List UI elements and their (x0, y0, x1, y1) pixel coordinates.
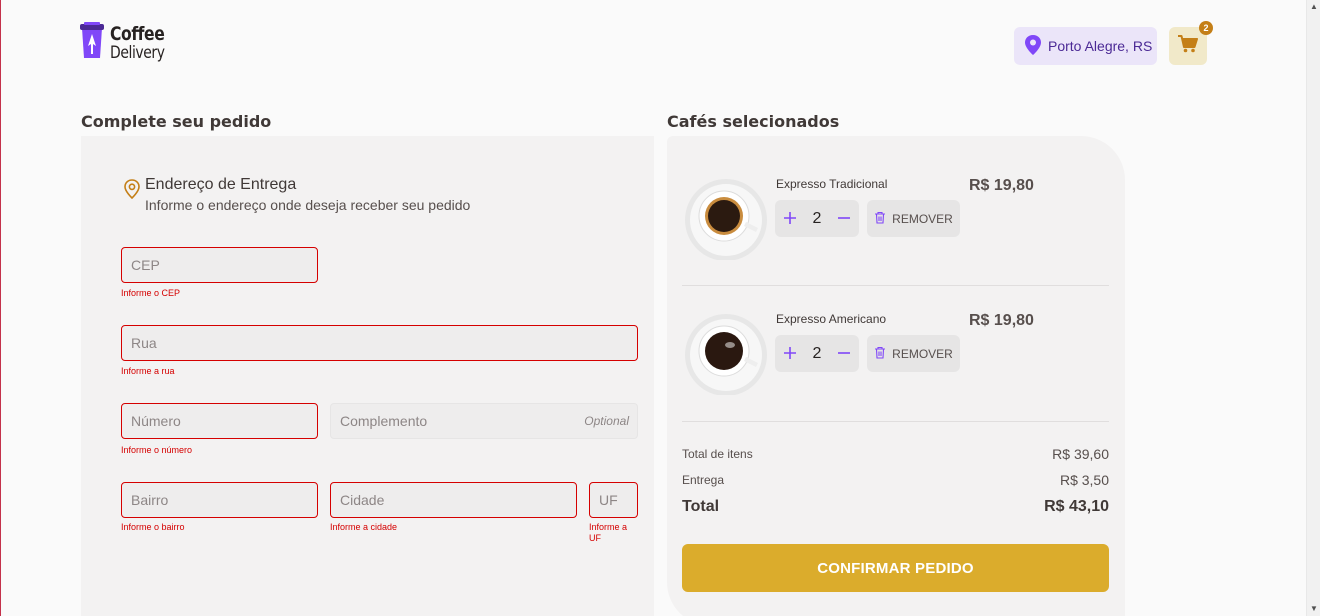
cart-section-title: Cafés selecionados (667, 112, 840, 131)
quantity-stepper: 2 (775, 335, 859, 372)
delivery-value: R$ 3,50 (1059, 472, 1109, 488)
cep-placeholder: CEP (131, 257, 160, 273)
items-total-row: Total de itens R$ 39,60 (682, 446, 1109, 462)
divider (682, 285, 1109, 286)
grand-total-label: Total (682, 498, 720, 515)
city-placeholder: Cidade (340, 492, 385, 508)
delivery-label: Entrega (682, 473, 725, 487)
cart-summary: Expresso Tradicional R$ 19,80 2 REMOVER (667, 136, 1125, 616)
trash-icon (874, 346, 886, 362)
quantity-value: 2 (812, 344, 822, 362)
street-error: Informe a rua (121, 366, 175, 376)
coffee-cup-logo-icon (80, 22, 104, 65)
remove-label: REMOVER (892, 346, 953, 361)
minus-icon[interactable] (783, 209, 797, 229)
confirm-order-button[interactable]: CONFIRMAR PEDIDO (682, 544, 1109, 592)
street-field[interactable]: Rua (121, 325, 638, 361)
map-pin-icon (1024, 34, 1042, 58)
plus-icon[interactable] (783, 344, 797, 364)
address-form: Endereço de Entrega Informe o endereço o… (81, 136, 654, 616)
street-placeholder: Rua (131, 335, 157, 351)
page-scrollbar[interactable]: ▲ ▼ (1306, 0, 1320, 616)
form-section-title: Complete seu pedido (81, 112, 272, 131)
minus-icon[interactable] (837, 209, 851, 229)
delivery-row: Entrega R$ 3,50 (682, 472, 1109, 488)
scroll-up-icon[interactable]: ▲ (1310, 3, 1318, 11)
window-edge (0, 0, 1, 616)
optional-hint: Optional (584, 414, 629, 428)
complement-placeholder: Complemento (340, 413, 428, 429)
cart-button[interactable]: 2 (1169, 21, 1213, 65)
grand-total-row: Total R$ 43,10 (682, 498, 1109, 516)
number-field[interactable]: Número (121, 403, 318, 439)
trash-icon (874, 211, 886, 227)
neighborhood-error: Informe o bairro (121, 522, 185, 532)
quantity-value: 2 (812, 209, 822, 227)
complement-field[interactable]: Complemento Optional (330, 403, 638, 439)
remove-button[interactable]: REMOVER (867, 200, 960, 237)
number-placeholder: Número (131, 413, 181, 429)
coffee-image (684, 311, 768, 396)
location-badge[interactable]: Porto Alegre, RS (1014, 27, 1157, 65)
location-text: Porto Alegre, RS (1048, 38, 1153, 54)
item-name: Expresso Tradicional (776, 177, 888, 191)
item-price: R$ 19,80 (969, 312, 1034, 329)
address-header: Endereço de Entrega Informe o endereço o… (123, 176, 470, 213)
cart-count-badge: 2 (1199, 21, 1213, 35)
cep-error: Informe o CEP (121, 288, 181, 298)
address-subtitle: Informe o endereço onde deseja receber s… (145, 197, 471, 213)
coffee-image (684, 176, 768, 261)
state-placeholder: UF (599, 492, 618, 508)
state-field[interactable]: UF (589, 482, 638, 518)
divider (682, 421, 1109, 422)
items-total-label: Total de itens (682, 447, 753, 461)
item-price: R$ 19,80 (969, 177, 1034, 194)
neighborhood-field[interactable]: Bairro (121, 482, 318, 518)
shopping-cart-icon (1178, 34, 1198, 58)
quantity-stepper: 2 (775, 200, 859, 237)
minus-icon[interactable] (837, 344, 851, 364)
city-field[interactable]: Cidade (330, 482, 577, 518)
remove-label: REMOVER (892, 211, 953, 226)
logo-subtitle: Delivery (110, 42, 165, 63)
cep-field[interactable]: CEP (121, 247, 318, 283)
logo[interactable]: Coffee Delivery (80, 22, 177, 65)
grand-total-value: R$ 43,10 (1044, 498, 1109, 515)
map-pin-outline-icon (123, 176, 141, 213)
items-total-value: R$ 39,60 (1052, 446, 1109, 462)
state-error: Informe a UF (589, 522, 628, 543)
logo-title: Coffee (110, 22, 165, 45)
number-error: Informe o número (121, 445, 193, 455)
remove-button[interactable]: REMOVER (867, 335, 960, 372)
neighborhood-placeholder: Bairro (131, 492, 169, 508)
city-error: Informe a cidade (330, 522, 398, 532)
address-title: Endereço de Entrega (145, 176, 297, 193)
scroll-down-icon[interactable]: ▼ (1310, 605, 1318, 613)
item-name: Expresso Americano (776, 312, 887, 326)
